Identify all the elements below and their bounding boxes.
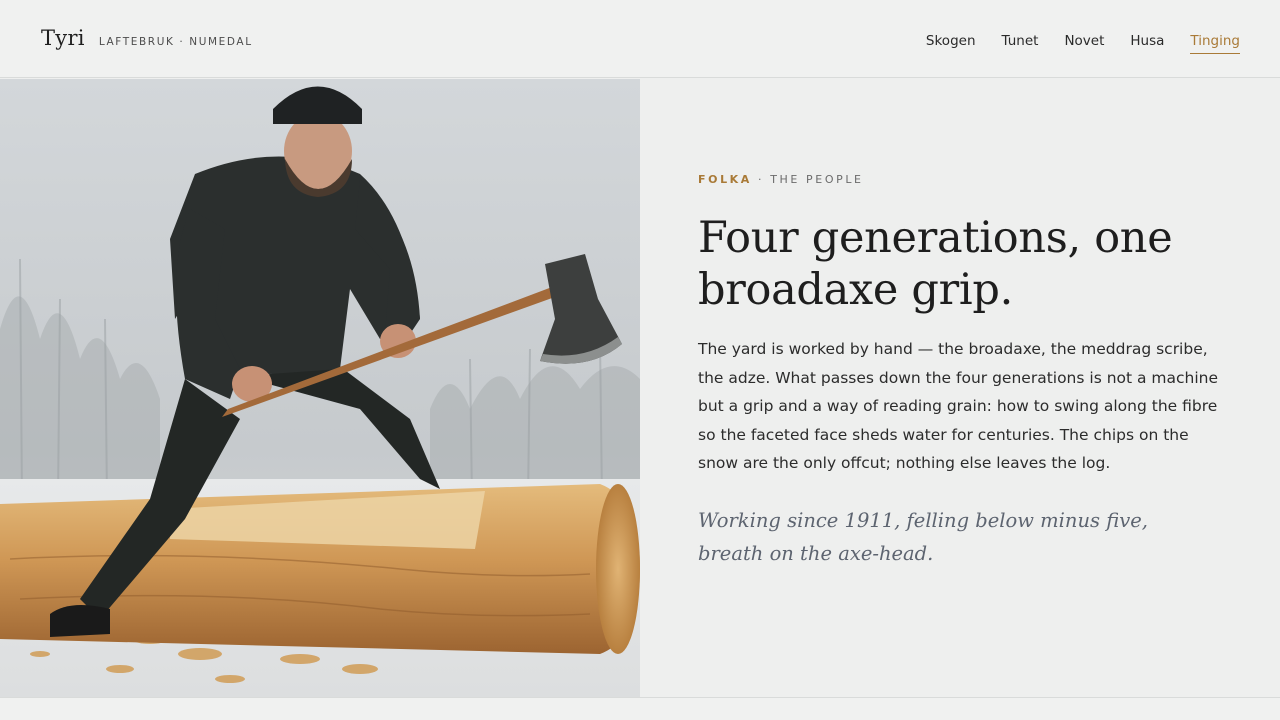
nav-item-skogen[interactable]: Skogen <box>926 33 976 54</box>
brand-subtitle: LAFTEBRUK · NUMEDAL <box>98 36 253 48</box>
section-headline: Four generations, one broadaxe grip. <box>698 213 1173 315</box>
eyebrow-separator: · <box>751 173 771 186</box>
main-nav: Skogen Tunet Novet Husa Tinging <box>900 33 1240 54</box>
bottom-strip <box>0 697 1280 720</box>
eyebrow-rest: THE PEOPLE <box>770 173 864 186</box>
site-header: Tyri LAFTEBRUK · NUMEDAL Skogen Tunet No… <box>0 0 1280 78</box>
nav-item-tunet[interactable]: Tunet <box>1002 33 1039 54</box>
nav-item-novet[interactable]: Novet <box>1064 33 1104 54</box>
nav-item-husa[interactable]: Husa <box>1130 33 1164 54</box>
hero-photo <box>0 79 640 697</box>
man-hewing-log-photo-icon <box>0 79 640 697</box>
section-eyebrow: FOLKA · THE PEOPLE <box>698 173 1238 186</box>
nav-item-tinging[interactable]: Tinging <box>1190 33 1240 54</box>
people-section: FOLKA · THE PEOPLE Four generations, one… <box>698 150 1238 570</box>
brand[interactable]: Tyri LAFTEBRUK · NUMEDAL <box>41 26 253 50</box>
eyebrow-accent: FOLKA <box>698 173 752 186</box>
section-quote: Working since 1911, felling below minus … <box>698 508 1148 565</box>
section-body: The yard is worked by hand — the broadax… <box>698 340 1219 472</box>
brand-name[interactable]: Tyri <box>41 26 85 50</box>
